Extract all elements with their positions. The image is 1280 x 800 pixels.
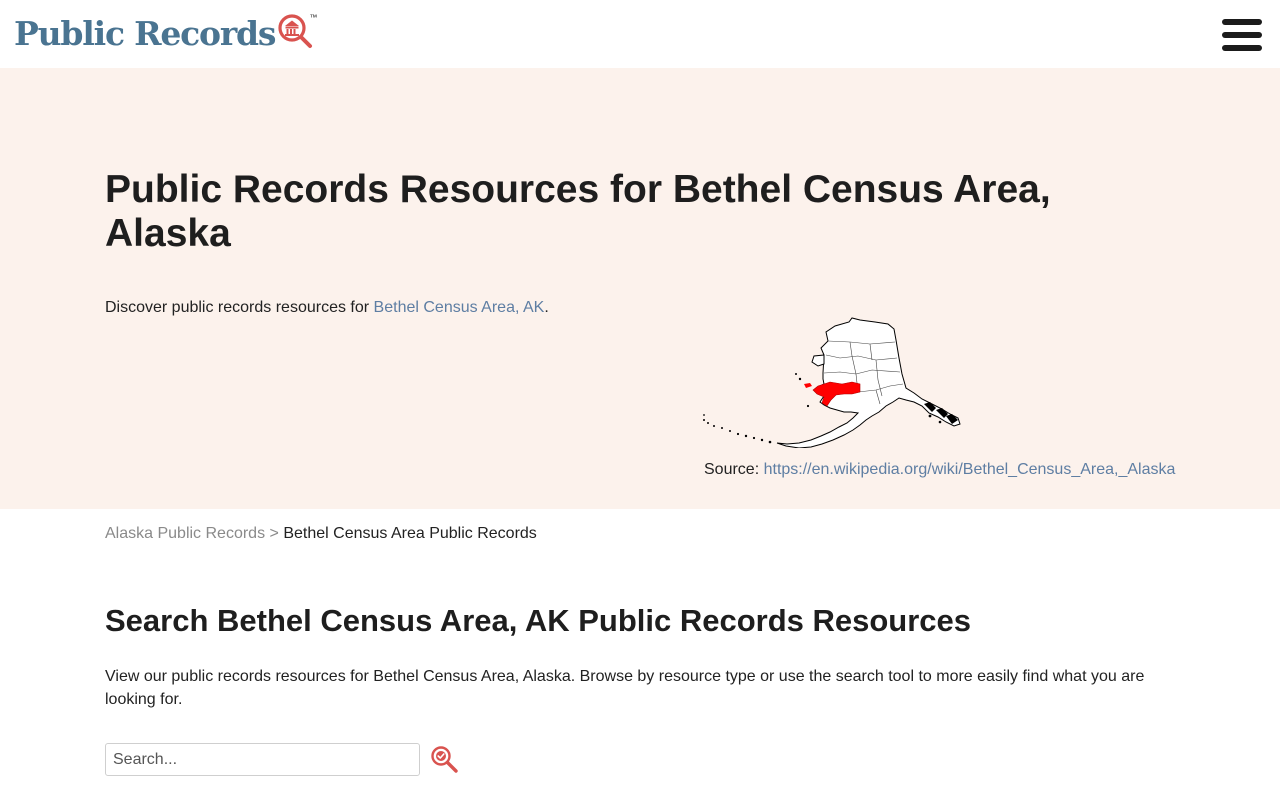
- breadcrumb-separator: >: [269, 525, 279, 542]
- top-bar: Public Records ™: [0, 0, 1280, 68]
- source-link[interactable]: https://en.wikipedia.org/wiki/Bethel_Cen…: [764, 461, 1176, 478]
- trademark-symbol: ™: [309, 13, 318, 22]
- alaska-mainland: [776, 317, 961, 448]
- county-link[interactable]: Bethel Census Area, AK: [374, 299, 545, 316]
- hamburger-menu-icon[interactable]: [1220, 17, 1264, 53]
- search-section-title: Search Bethel Census Area, AK Public Rec…: [105, 603, 972, 638]
- hero-section: Public Records Resources for Bethel Cens…: [0, 68, 1280, 509]
- breadcrumb-current: Bethel Census Area Public Records: [283, 525, 537, 542]
- breadcrumb: Alaska Public Records > Bethel Census Ar…: [105, 525, 537, 543]
- hero-intro: Discover public records resources for Be…: [105, 299, 549, 317]
- intro-period: .: [544, 299, 549, 316]
- courthouse-magnifier-icon: ™: [277, 13, 317, 53]
- search-description: View our public records resources for Be…: [105, 668, 1145, 708]
- alaska-county-map: [703, 317, 961, 448]
- logo-link[interactable]: Public Records ™: [14, 12, 317, 56]
- page-title: Public Records Resources for Bethel Cens…: [105, 168, 1051, 255]
- logo-text: Public Records: [14, 14, 277, 53]
- map-source: Source: https://en.wikipedia.org/wiki/Be…: [704, 461, 1175, 479]
- search-button[interactable]: [430, 745, 460, 775]
- intro-text: Discover public records resources for: [105, 299, 374, 316]
- search-input[interactable]: [105, 743, 420, 776]
- source-label: Source:: [704, 461, 764, 478]
- search-check-icon: [431, 746, 458, 773]
- breadcrumb-parent-link[interactable]: Alaska Public Records: [105, 525, 265, 542]
